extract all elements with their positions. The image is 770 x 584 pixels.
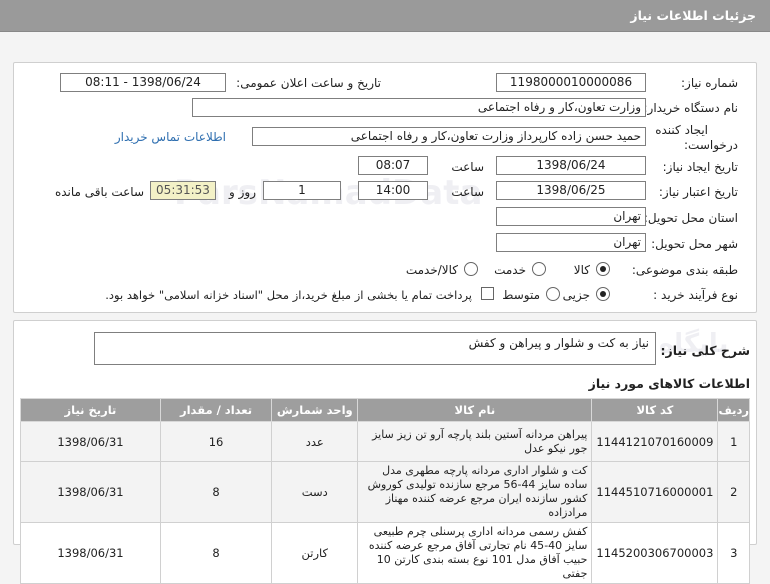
header-row-number: ردیف <box>717 398 750 422</box>
cell-row-number: 3 <box>717 522 750 584</box>
validity-time-field: 14:00 <box>358 181 428 200</box>
cell-item-name: پیراهن مردانه آستین بلند پارچه آرو تن زی… <box>357 421 593 462</box>
creator-label-line2: درخواست: <box>684 138 738 152</box>
time-remaining-label: ساعت باقی مانده <box>54 185 144 199</box>
cell-need-date: 1398/06/31 <box>20 461 161 523</box>
need-time-field: 08:07 <box>358 156 428 175</box>
header-unit: واحد شمارش <box>271 398 359 422</box>
cell-need-date: 1398/06/31 <box>20 522 161 584</box>
cell-row-number: 2 <box>717 461 750 523</box>
process-radio-medium[interactable] <box>546 287 560 301</box>
page-title: جزئیات اطلاعات نیاز <box>630 8 756 23</box>
need-details-panel: ParsNamadData شماره نیاز: 11980000100000… <box>13 62 757 313</box>
category-radio-service[interactable] <box>532 262 546 276</box>
cell-row-number: 1 <box>717 421 750 462</box>
cell-unit: عدد <box>271 421 359 462</box>
category-label: طبقه بندی موضوعی: <box>631 263 738 277</box>
validity-date-label: تاریخ اعتبار نیاز: <box>658 185 738 199</box>
cell-need-date: 1398/06/31 <box>20 421 161 462</box>
buyer-contact-link[interactable]: اطلاعات تماس خریدار <box>115 130 226 144</box>
cell-item-name: کفش رسمی مردانه اداری پرسنلی چرم طبیعی س… <box>357 522 593 584</box>
buyer-org-label: نام دستگاه خریدار: <box>643 101 739 115</box>
category-radio-goods-service[interactable] <box>464 262 478 276</box>
need-date-field: 1398/06/24 <box>496 156 646 175</box>
city-label: شهر محل تحویل: <box>651 237 738 251</box>
creator-label-line1: ایجاد کننده <box>655 123 708 137</box>
items-section-title: اطلاعات کالاهای مورد نیاز <box>588 376 750 391</box>
cell-item-name: کت و شلوار اداری مردانه پارچه مطهری مدل … <box>357 461 593 523</box>
city-field: تهران <box>496 233 646 252</box>
need-date-label: تاریخ ایجاد نیاز: <box>662 160 738 174</box>
process-option-medium: متوسط <box>502 288 540 302</box>
announce-datetime-label: تاریخ و ساعت اعلان عمومی: <box>236 76 381 90</box>
cell-item-code: 1144121070160009 <box>591 421 719 462</box>
table-row[interactable]: 1 1144121070160009 پیراهن مردانه آستین ب… <box>20 421 750 462</box>
header-need-date: تاریخ نیاز <box>20 398 161 422</box>
need-time-label: ساعت <box>451 160 484 174</box>
time-remaining-field: 05:31:53 <box>150 181 216 200</box>
days-remaining-field: 1 <box>263 181 341 200</box>
cell-unit: دست <box>271 461 359 523</box>
process-type-label: نوع فرآیند خرید : <box>653 288 738 302</box>
category-radio-goods[interactable] <box>596 262 610 276</box>
day-and-label: روز و <box>229 185 256 199</box>
items-table: ردیف کد کالا نام کالا واحد شمارش تعداد /… <box>20 398 750 584</box>
cell-quantity: 8 <box>159 522 273 584</box>
cell-quantity: 8 <box>159 461 273 523</box>
process-option-minor: جزیی <box>562 288 590 302</box>
need-number-field: 1198000010000086 <box>496 73 646 92</box>
announce-datetime-field: 1398/06/24 - 08:11 <box>60 73 226 92</box>
treasury-payment-checkbox[interactable] <box>481 287 494 300</box>
province-field: تهران <box>496 207 646 226</box>
cell-quantity: 16 <box>159 421 273 462</box>
creator-field: حمید حسن زاده کارپرداز وزارت تعاون،کار و… <box>252 127 646 146</box>
category-option-goods-service: کالا/خدمت <box>405 263 458 277</box>
validity-time-label: ساعت <box>451 185 484 199</box>
page-header: جزئیات اطلاعات نیاز <box>0 0 770 32</box>
header-item-name: نام کالا <box>357 398 593 422</box>
items-panel: پایگاه اطلاع رسانی مناقصه و مزایده شرح ک… <box>13 320 757 584</box>
validity-date-field: 1398/06/25 <box>496 181 646 200</box>
category-option-service: خدمت <box>494 263 526 277</box>
description-field: نیاز به کت و شلوار و پیراهن و کفش <box>94 332 656 365</box>
description-label: شرح کلی نیاز: <box>660 343 750 358</box>
cell-item-code: 1144510716000001 <box>591 461 719 523</box>
cell-item-code: 1145200306700003 <box>591 522 719 584</box>
need-number-label: شماره نیاز: <box>681 76 738 90</box>
province-label: استان محل تحویل: <box>643 211 738 225</box>
table-row[interactable]: 2 1144510716000001 کت و شلوار اداری مردا… <box>20 461 750 523</box>
treasury-payment-note: پرداخت تمام یا بخشی از مبلغ خرید،از محل … <box>105 288 472 302</box>
category-option-goods: کالا <box>573 263 590 277</box>
table-row[interactable]: 3 1145200306700003 کفش رسمی مردانه اداری… <box>20 522 750 584</box>
header-item-code: کد کالا <box>591 398 719 422</box>
cell-unit: کارتن <box>271 522 359 584</box>
header-quantity: تعداد / مقدار <box>159 398 273 422</box>
items-table-header: ردیف کد کالا نام کالا واحد شمارش تعداد /… <box>20 398 750 422</box>
buyer-org-field: وزارت تعاون،کار و رفاه اجتماعی <box>192 98 646 117</box>
process-radio-minor[interactable] <box>596 287 610 301</box>
